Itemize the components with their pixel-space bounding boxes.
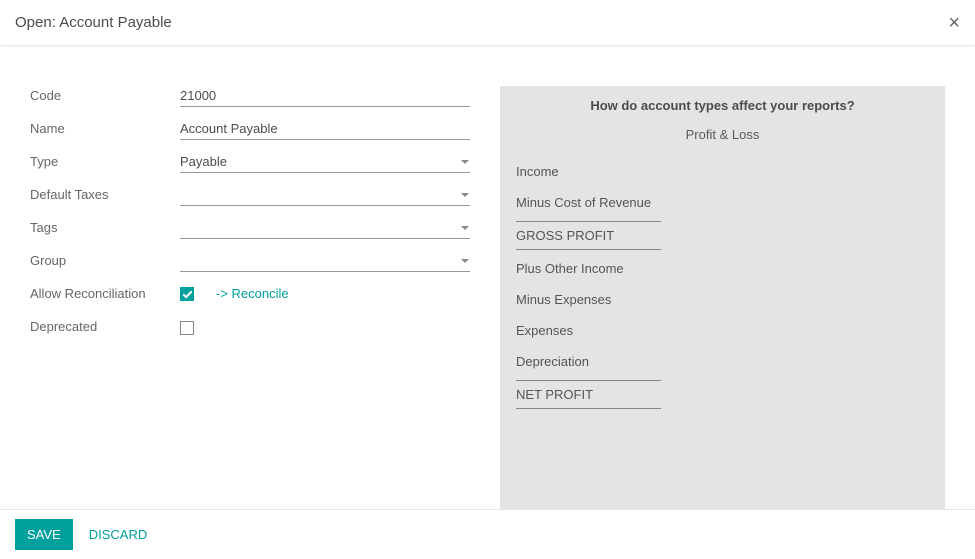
default-taxes-value[interactable] xyxy=(180,185,470,205)
name-input[interactable] xyxy=(180,119,470,140)
form-column: Code Name Type xyxy=(30,86,500,509)
help-title: How do account types affect your reports… xyxy=(516,98,929,113)
save-button[interactable]: SAVE xyxy=(15,519,73,550)
reconcile-link[interactable]: -> Reconcile xyxy=(216,286,289,301)
type-select-value[interactable] xyxy=(180,152,470,172)
code-input[interactable] xyxy=(180,86,470,107)
help-line-gross-profit: GROSS PROFIT xyxy=(516,221,661,250)
help-line-plus-other: Plus Other Income xyxy=(516,253,929,284)
modal-header: Open: Account Payable × xyxy=(0,0,975,46)
modal-footer: SAVE DISCARD xyxy=(0,509,975,559)
type-select[interactable] xyxy=(180,152,470,173)
help-line-minus-cor: Minus Cost of Revenue xyxy=(516,187,929,218)
tags-label: Tags xyxy=(30,218,180,235)
modal-title: Open: Account Payable xyxy=(15,14,172,31)
modal-dialog: Open: Account Payable × Code Name xyxy=(0,0,975,559)
help-line-expenses: Expenses xyxy=(516,315,929,346)
help-line-net-profit: NET PROFIT xyxy=(516,380,661,409)
group-select[interactable] xyxy=(180,251,470,272)
help-line-depreciation: Depreciation xyxy=(516,346,929,377)
group-label: Group xyxy=(30,251,180,268)
code-label: Code xyxy=(30,86,180,103)
default-taxes-select[interactable] xyxy=(180,185,470,206)
type-label: Type xyxy=(30,152,180,169)
help-line-minus-expenses: Minus Expenses xyxy=(516,284,929,315)
name-label: Name xyxy=(30,119,180,136)
group-value[interactable] xyxy=(180,251,470,271)
allow-reconciliation-checkbox[interactable] xyxy=(180,287,194,301)
tags-select[interactable] xyxy=(180,218,470,239)
help-panel: How do account types affect your reports… xyxy=(500,86,945,509)
modal-body[interactable]: Code Name Type xyxy=(0,46,975,509)
help-line-income: Income xyxy=(516,156,929,187)
allow-reconciliation-label: Allow Reconciliation xyxy=(30,284,180,301)
deprecated-label: Deprecated xyxy=(30,317,180,334)
deprecated-checkbox[interactable] xyxy=(180,321,194,335)
close-icon[interactable]: × xyxy=(948,13,960,33)
discard-button[interactable]: DISCARD xyxy=(85,519,152,550)
help-subtitle: Profit & Loss xyxy=(516,127,929,142)
tags-value[interactable] xyxy=(180,218,470,238)
default-taxes-label: Default Taxes xyxy=(30,185,180,202)
